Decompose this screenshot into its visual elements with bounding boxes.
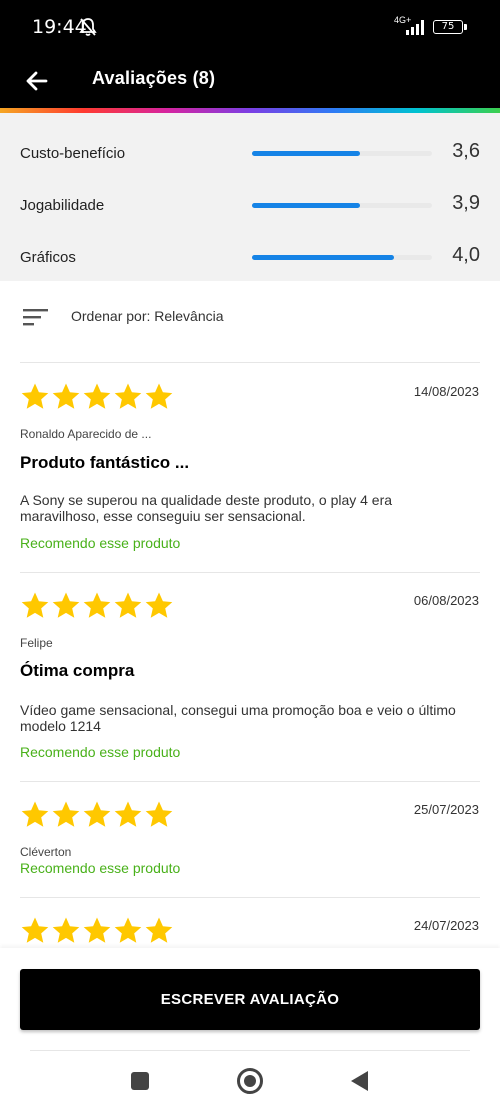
star-rating <box>20 591 175 621</box>
star-icon <box>114 801 142 827</box>
review-date: 25/07/2023 <box>413 802 479 817</box>
divider <box>20 781 480 782</box>
arrow-left-icon[interactable] <box>20 64 54 98</box>
star-icon <box>145 592 173 618</box>
ratings-summary: Custo-benefício 3,6 Jogabilidade 3,9 Grá… <box>0 113 500 281</box>
star-icon <box>52 801 80 827</box>
review-author: Cléverton <box>20 845 72 859</box>
review-author: Felipe <box>20 636 53 650</box>
divider <box>20 572 480 573</box>
rating-bar-fill <box>252 255 395 260</box>
recommend-label: Recomendo esse produto <box>20 744 181 760</box>
review-date: 06/08/2023 <box>413 593 479 608</box>
star-icon <box>114 917 142 943</box>
recommend-label: Recomendo esse produto <box>20 860 181 876</box>
rating-bar-fill <box>252 203 360 208</box>
rating-label: Gráficos <box>20 249 76 266</box>
signal-icon <box>406 20 424 35</box>
battery-tip <box>464 24 467 30</box>
star-icon <box>83 592 111 618</box>
write-review-button[interactable]: ESCREVER AVALIAÇÃO <box>20 969 480 1030</box>
star-icon <box>83 917 111 943</box>
bell-off-icon <box>79 18 97 36</box>
review-body: Vídeo game sensacional, consegui uma pro… <box>20 702 456 734</box>
sort-label[interactable]: Ordenar por: Relevância <box>71 308 224 324</box>
review-title: Produto fantástico ... <box>20 453 190 472</box>
circle-icon[interactable] <box>237 1068 263 1094</box>
page-title: Avaliações (8) <box>92 68 216 88</box>
bottom-bar: ESCREVER AVALIAÇÃO <box>0 948 500 1111</box>
star-icon <box>21 592 49 618</box>
rating-label: Custo-benefício <box>20 145 126 162</box>
divider <box>20 362 480 363</box>
rating-value: 4,0 <box>452 244 480 266</box>
battery-indicator: 75 <box>433 20 463 34</box>
rating-bar-track <box>252 203 432 208</box>
review-author: Ronaldo Aparecido de ... <box>20 427 152 441</box>
review-date: 14/08/2023 <box>413 384 479 399</box>
triangle-back-icon[interactable] <box>350 1070 370 1092</box>
status-bar: 19:44 4G+ 75 <box>0 0 500 56</box>
star-icon <box>52 917 80 943</box>
divider <box>30 1050 470 1051</box>
rating-label: Jogabilidade <box>20 197 105 214</box>
star-icon <box>145 801 173 827</box>
star-icon <box>21 801 49 827</box>
review-body: A Sony se superou na qualidade deste pro… <box>20 492 393 524</box>
star-rating <box>20 916 175 946</box>
divider <box>20 897 480 898</box>
rating-row-cost-benefit: Custo-benefício 3,6 <box>0 133 500 173</box>
star-icon <box>52 383 80 409</box>
rating-value: 3,6 <box>452 140 480 162</box>
rating-row-gameplay: Jogabilidade 3,9 <box>0 185 500 225</box>
star-icon <box>145 917 173 943</box>
rating-bar-fill <box>252 151 360 156</box>
star-icon <box>114 592 142 618</box>
sort-control[interactable]: Ordenar por: Relevância <box>0 281 500 363</box>
square-icon[interactable] <box>131 1072 149 1090</box>
star-icon <box>83 801 111 827</box>
rating-bar-track <box>252 151 432 156</box>
star-icon <box>83 383 111 409</box>
star-icon <box>114 383 142 409</box>
rating-row-graphics: Gráficos 4,0 <box>0 237 500 277</box>
star-rating <box>20 800 175 830</box>
star-icon <box>21 917 49 943</box>
review-title: Ótima compra <box>20 661 135 680</box>
review-date: 24/07/2023 <box>413 918 479 933</box>
star-rating <box>20 382 175 412</box>
rating-bar-track <box>252 255 432 260</box>
app-bar: Avaliações (8) <box>0 56 500 108</box>
sort-lines-icon[interactable] <box>23 307 49 327</box>
recommend-label: Recomendo esse produto <box>20 535 181 551</box>
star-icon <box>21 383 49 409</box>
rating-value: 3,9 <box>452 192 480 214</box>
star-icon <box>52 592 80 618</box>
star-icon <box>145 383 173 409</box>
